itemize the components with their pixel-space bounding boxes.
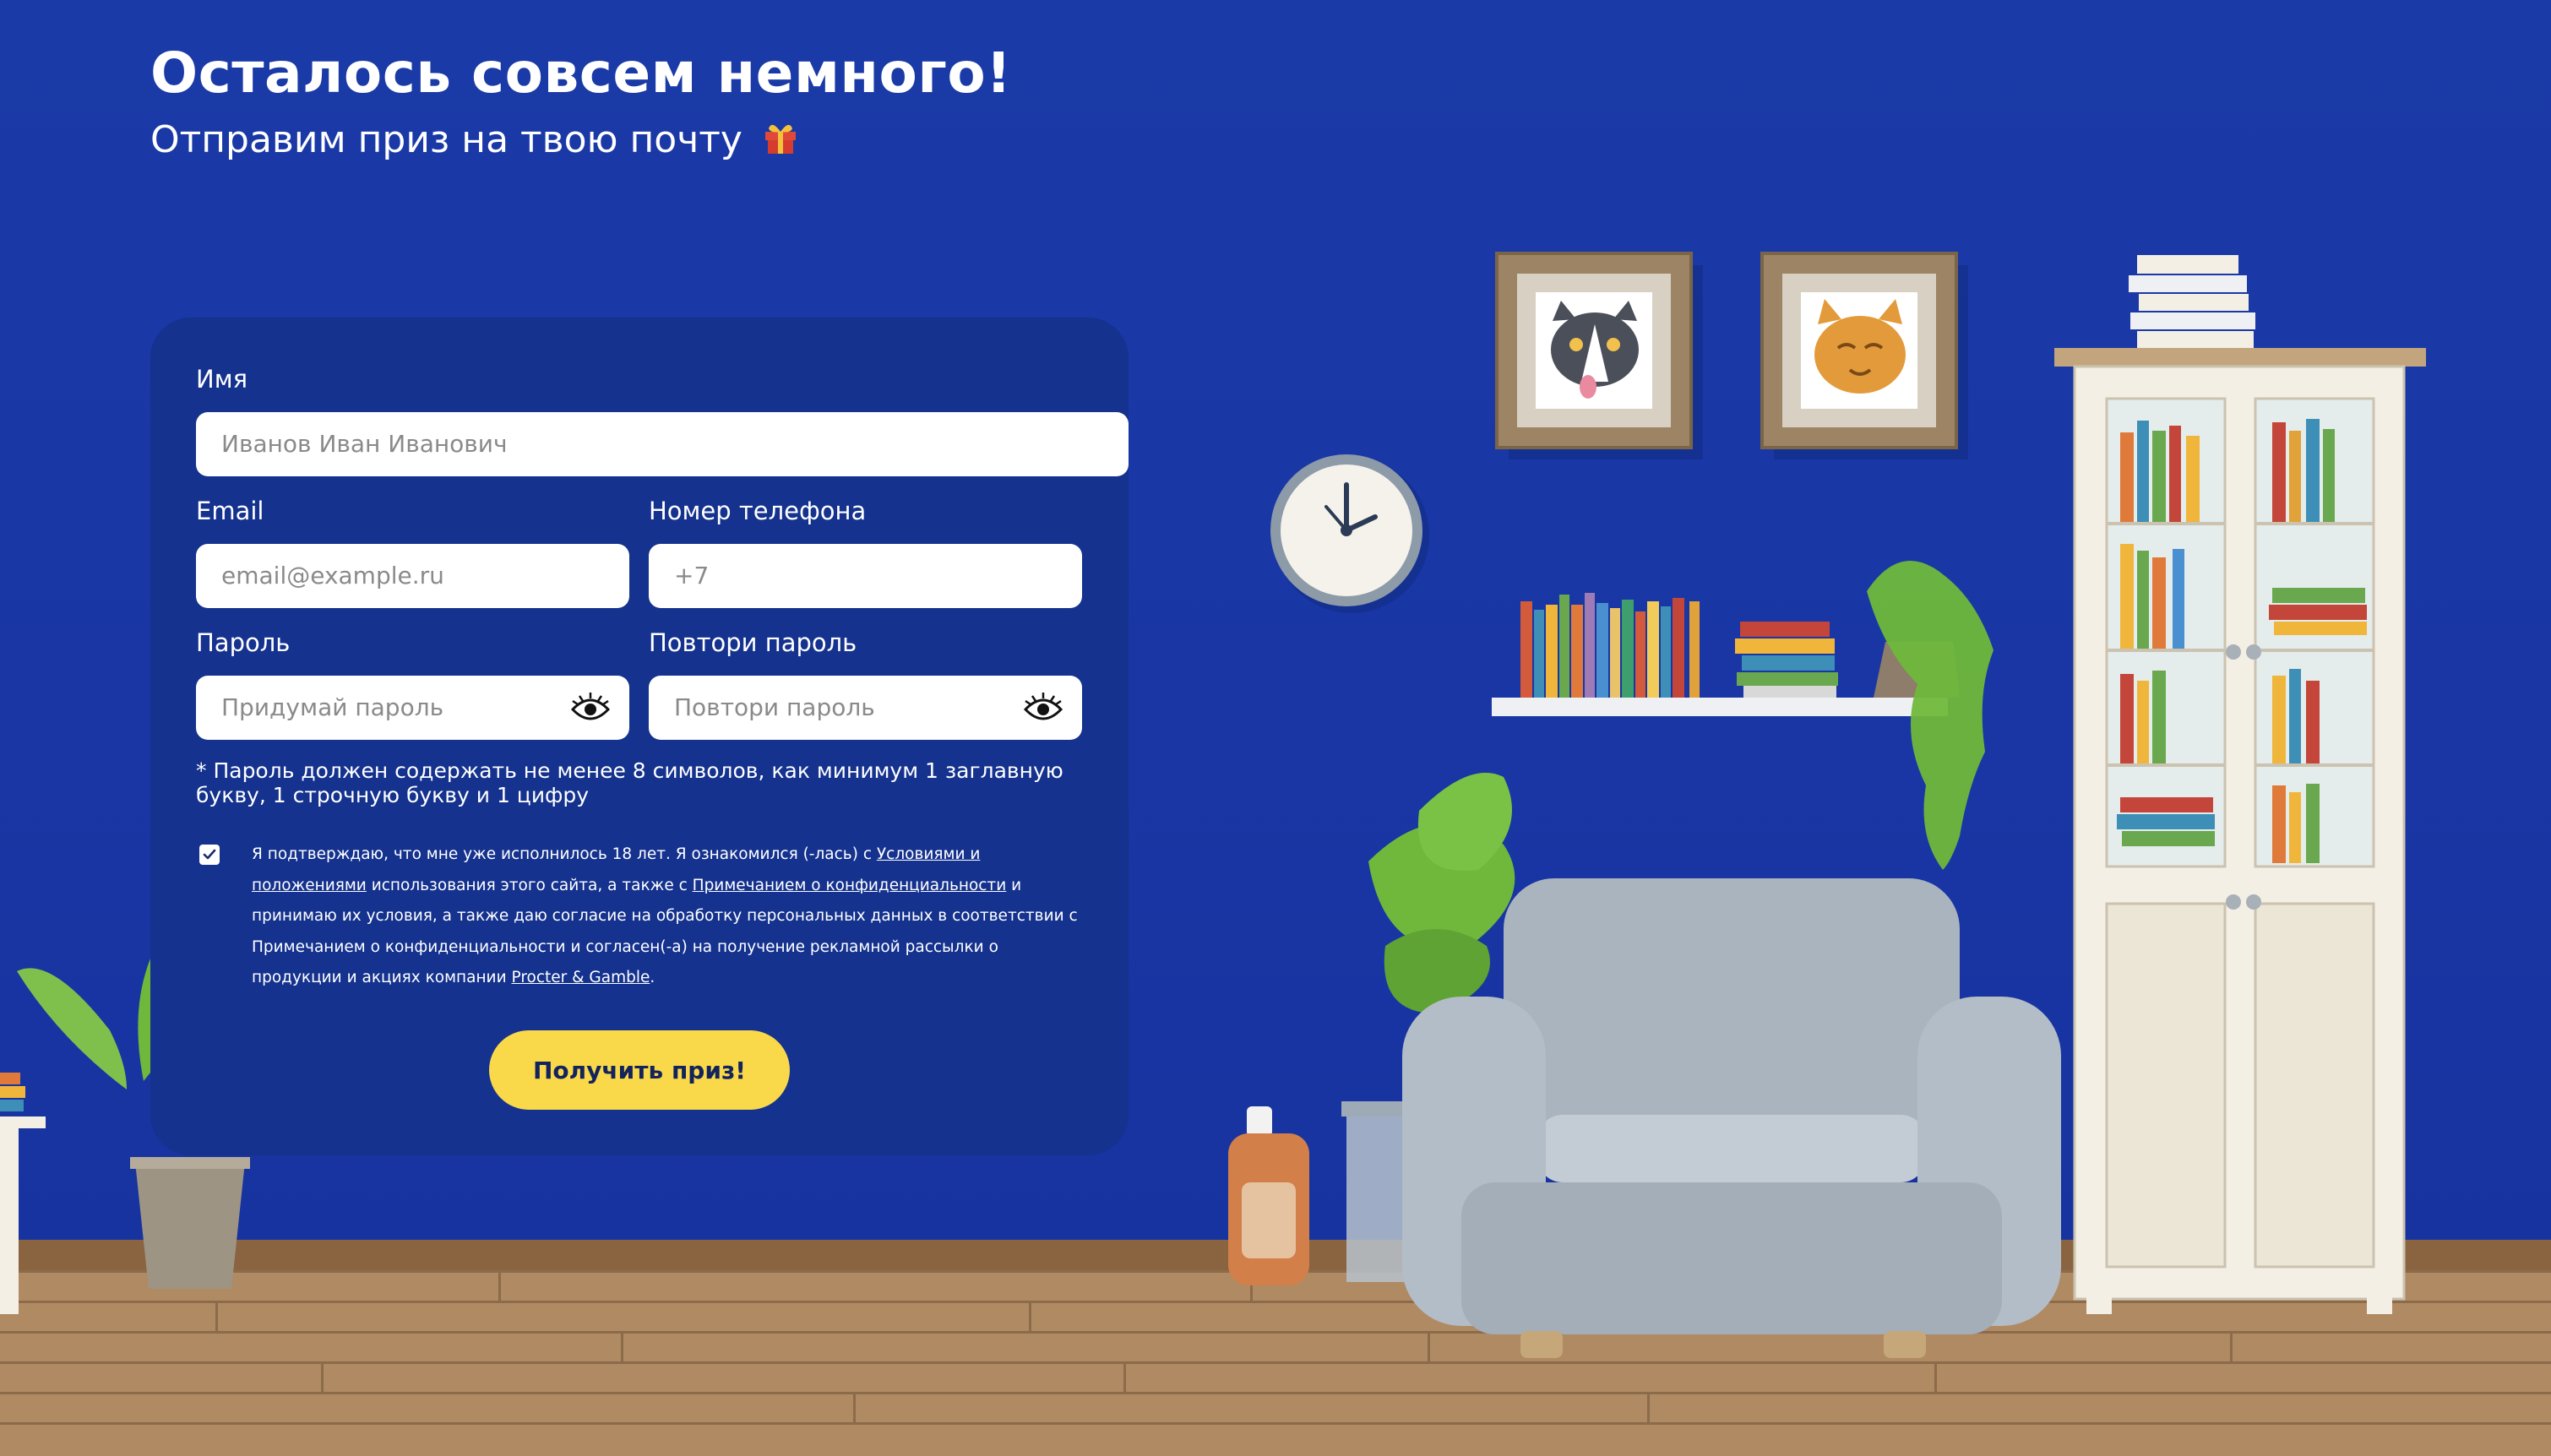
consent-text-part: использования этого сайта, а также с [366,876,693,894]
checkbox-check-icon [203,849,216,860]
consent-checkbox[interactable] [199,845,220,865]
side-table-edge [0,1073,46,1314]
password-label: Пароль [196,628,291,657]
name-label: Имя [196,365,248,394]
password-hint: * Пароль должен содержать не менее 8 сим… [196,758,1063,807]
page-subtitle: Отправим приз на твою почту [150,118,798,161]
email-label: Email [196,497,264,525]
eye-icon[interactable] [569,691,612,725]
cleaner-bottle [1228,1106,1309,1285]
consent-text: Я подтверждаю, что мне уже исполнилось 1… [252,839,1088,994]
gift-icon [763,120,798,154]
password-repeat-input[interactable] [649,676,1082,740]
cat-frame-left [1495,252,1703,459]
subtitle-text: Отправим приз на твою почту [150,118,742,161]
phone-input[interactable] [649,544,1082,608]
name-input[interactable] [196,412,1129,476]
eye-icon[interactable] [1022,691,1064,725]
cat-frame-right [1760,252,1968,459]
get-prize-button[interactable]: Получить приз! [489,1030,790,1110]
armchair [1402,878,2061,1358]
password-input[interactable] [196,676,629,740]
password-repeat-label: Повтори пароль [649,628,857,657]
consent-text-part: Я подтверждаю, что мне уже исполнилось 1… [252,845,877,863]
registration-form: Имя Email Номер телефона Пароль Повтори … [150,318,1129,1155]
wall-shelf [1492,561,1993,870]
email-input[interactable] [196,544,629,608]
bookcase [2054,255,2426,1314]
privacy-link[interactable]: Примечанием о конфиденциальности [693,877,1007,894]
page-title: Осталось совсем немного! [150,41,1012,106]
phone-label: Номер телефона [649,497,867,525]
consent-text-part: . [650,969,655,986]
company-link[interactable]: Procter & Gamble [511,969,650,986]
wall-clock [1270,454,1429,613]
